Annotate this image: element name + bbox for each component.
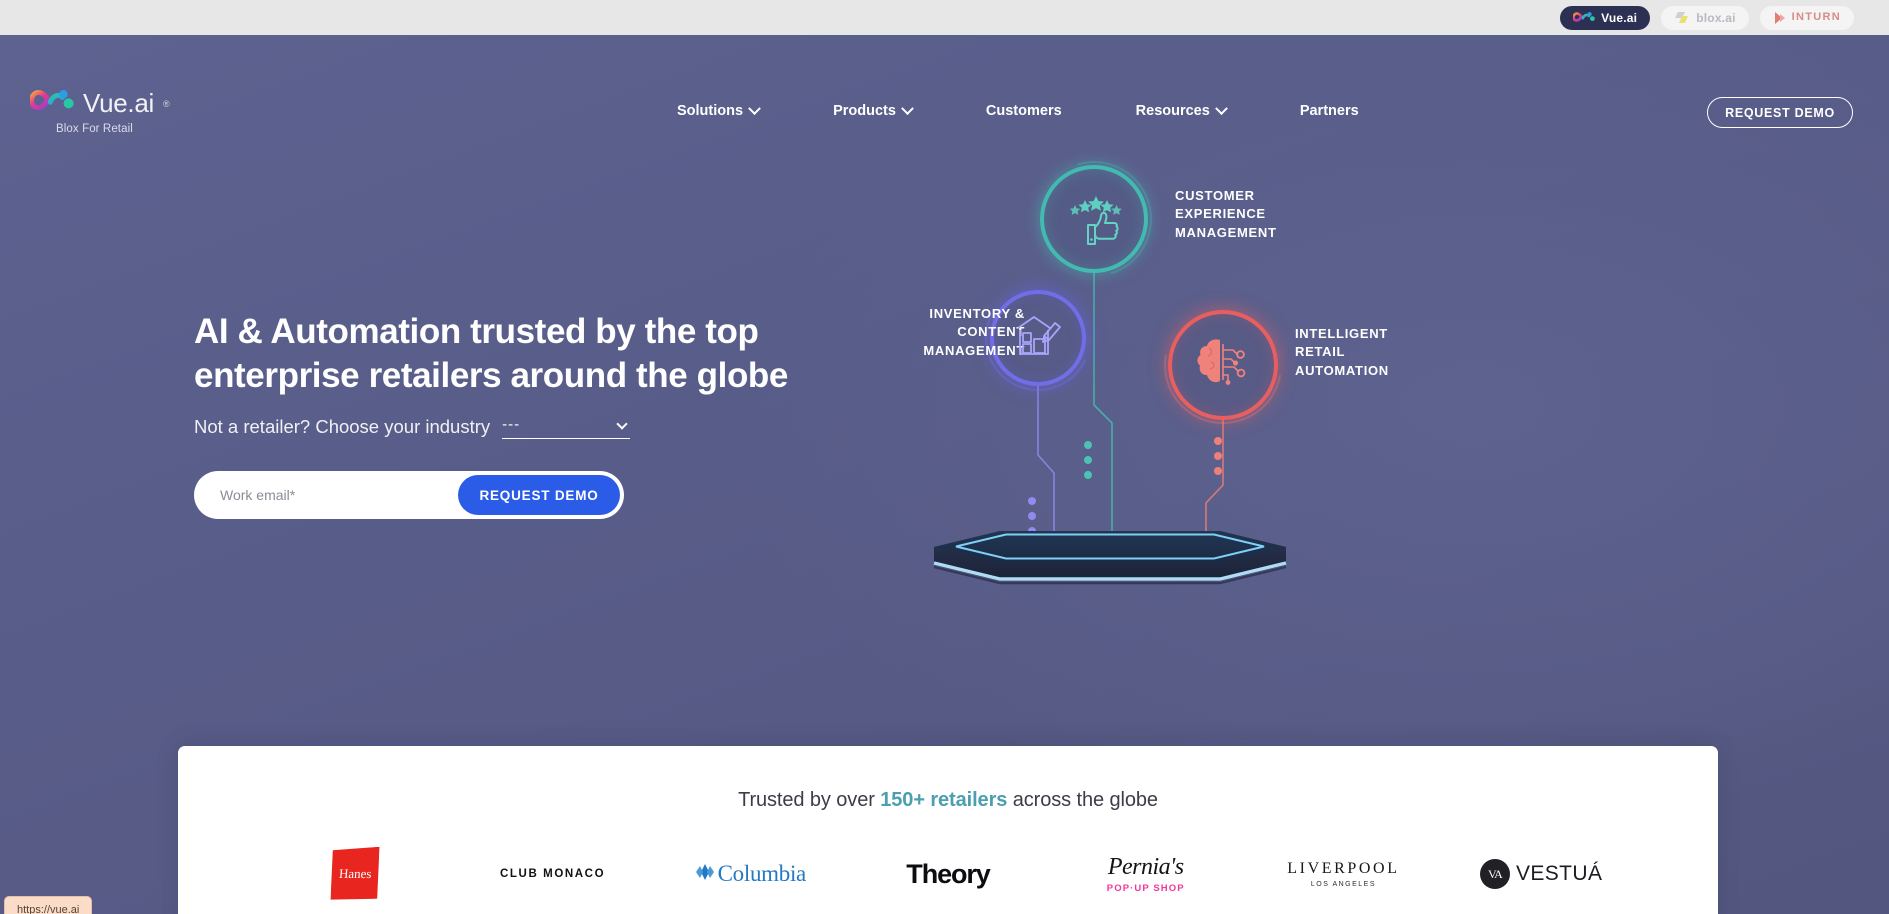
columbia-diamond-icon [695,861,715,888]
brand-pill-label: INTURN [1791,11,1841,23]
dot [1084,456,1092,464]
page-title: AI & Automation trusted by the top enter… [194,312,788,396]
dot [1028,512,1036,520]
hero-illustration: CUSTOMER EXPERIENCE MANAGEMENT INVENTORY… [923,155,1880,715]
main-navigation: Vue.ai ® Blox For Retail Solutions Produ… [0,35,1889,135]
industry-chooser: Not a retailer? Choose your industry --- [194,415,894,440]
dot [1084,471,1092,479]
node-label-inventory-content: INVENTORY & CONTENT MANAGEMENT [923,306,1025,358]
node-label-retail-automation: INTELLIGENT RETAIL AUTOMATION [1295,326,1389,378]
nav-links: Solutions Products Customers Resources P… [640,101,1396,119]
client-logo-strip: Hanes CLUB MONACO Columbia Theory Pernia… [178,844,1718,904]
nav-item-label: Partners [1299,103,1359,119]
client-logo-label: VESTUÁ [1515,862,1603,885]
client-logo-label: Columbia [717,861,807,886]
client-logo-liverpool: LIVERPOOL LOS ANGELES [1245,844,1443,904]
client-logo-label: Theory [906,858,991,889]
trusted-highlight: 150+ retailers [880,789,1008,811]
industry-label: Not a retailer? Choose your industry [194,415,491,437]
nav-item-label: Solutions [677,103,744,119]
industry-selected-value: --- [502,416,521,434]
brand-switcher-bar: Vue.ai blox.ai INTURN [0,0,1889,35]
nav-item-label: Customers [985,103,1062,119]
trusted-by-headline: Trusted by over 150+ retailers across th… [178,789,1718,812]
dot [1214,467,1222,475]
logo-wordmark: Vue.ai [83,88,154,118]
connector-dots-teal [1084,441,1092,479]
client-logo-sublabel: LOS ANGELES [1310,880,1377,888]
vue-infinity-logo-icon [29,87,74,120]
brand-pill-vueai[interactable]: Vue.ai [1560,5,1651,30]
work-email-input[interactable] [194,487,458,504]
client-logo-theory: Theory [849,844,1047,904]
brain-circuit-icon [1190,334,1256,397]
nav-item-resources[interactable]: Resources [1099,101,1263,119]
inturn-arrow-icon [1773,11,1786,25]
chevron-down-icon [748,101,761,115]
nav-item-solutions[interactable]: Solutions [640,101,796,119]
brand-pill-bloxai[interactable]: blox.ai [1661,5,1749,30]
illustration-platform [933,531,1287,585]
client-logo-hanes: Hanes [256,844,454,904]
connector-dots-coral [1214,437,1222,475]
illustration-node-retail-automation [1168,310,1278,420]
link-status-tooltip: https://vue.ai [4,896,93,914]
hanes-logo-icon: Hanes [330,847,379,901]
client-logo-label: LIVERPOOL [1287,859,1400,877]
nav-item-label: Resources [1135,103,1210,119]
industry-select[interactable]: --- [502,416,631,440]
illustration-node-customer-experience [1040,165,1148,273]
logo-tagline: Blox For Retail [56,123,133,135]
client-logo-club-monaco: CLUB MONACO [454,844,652,904]
client-logo-sublabel: POP·UP SHOP [1106,882,1185,894]
client-logo-pernias: Pernia's POP·UP SHOP [1047,844,1245,904]
nav-item-products[interactable]: Products [796,101,949,119]
chevron-down-icon [616,418,628,430]
dot [1214,452,1222,460]
site-logo[interactable]: Vue.ai ® Blox For Retail [29,87,170,135]
vestua-monogram-icon: VA [1479,859,1510,889]
brand-pill-label: Vue.ai [1601,10,1638,25]
trusted-by-card: Trusted by over 150+ retailers across th… [178,746,1718,914]
trusted-prefix: Trusted by over [738,789,881,811]
node-label-customer-experience: CUSTOMER EXPERIENCE MANAGEMENT [1175,188,1277,240]
trusted-suffix: across the globe [1007,789,1158,811]
page-root: Vue.ai blox.ai INTURN Vue.ai ® Blox For … [0,0,1889,914]
logo-registered-mark: ® [162,98,170,109]
brand-pill-label: blox.ai [1696,10,1736,25]
client-logo-columbia: Columbia [651,844,849,904]
vue-infinity-icon [1573,11,1595,24]
dot [1084,441,1092,449]
blox-diamond-icon [1674,10,1690,25]
thumbs-up-stars-icon [1062,187,1126,252]
client-logo-label: CLUB MONACO [500,868,606,880]
nav-item-customers[interactable]: Customers [949,103,1099,119]
chevron-down-icon [901,101,914,115]
dot [1214,437,1222,445]
warehouse-pencil-icon [1010,310,1066,367]
form-request-demo-button[interactable]: REQUEST DEMO [458,475,620,516]
client-logo-label: Hanes [338,866,372,881]
hero-content: AI & Automation trusted by the top enter… [194,310,894,520]
demo-request-form: REQUEST DEMO [194,471,624,520]
nav-item-partners[interactable]: Partners [1263,103,1396,119]
dot [1028,497,1036,505]
brand-pill-inturn[interactable]: INTURN [1759,5,1854,30]
client-logo-label: Pernia's [1107,853,1184,880]
chevron-down-icon [1214,101,1228,115]
client-logo-vestua: VA VESTUÁ [1442,844,1640,904]
nav-item-label: Products [833,103,896,119]
nav-request-demo-button[interactable]: REQUEST DEMO [1707,97,1853,128]
